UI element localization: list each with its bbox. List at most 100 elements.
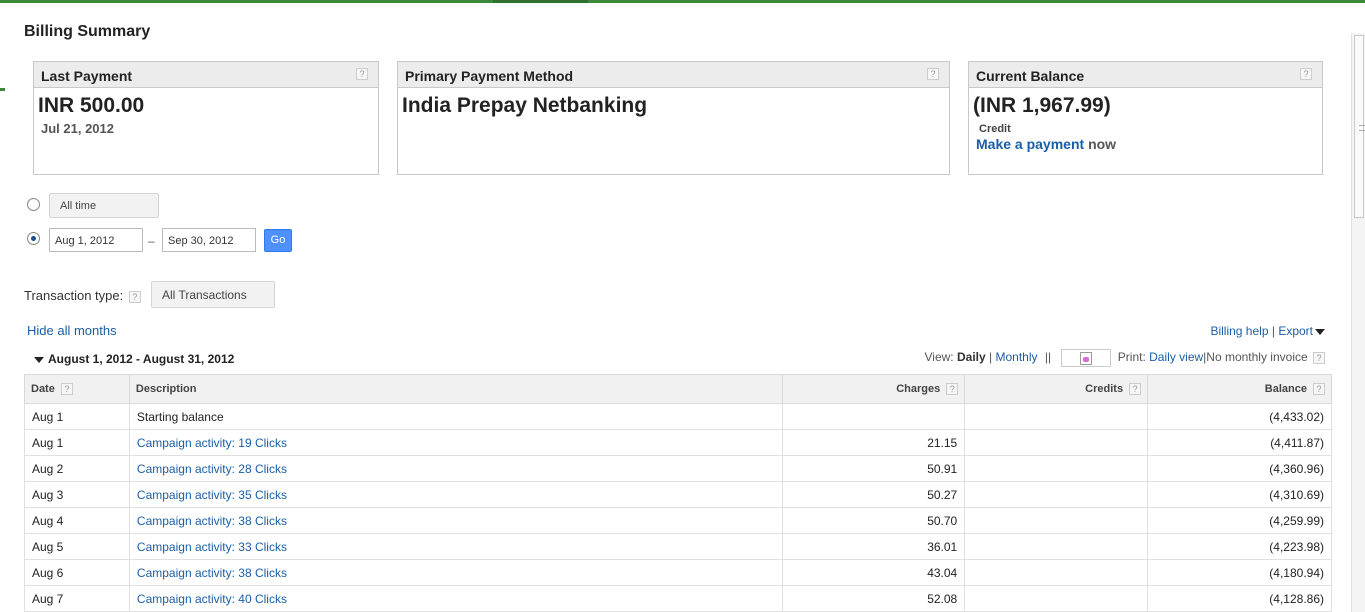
- cell-description: Campaign activity: 40 Clicks: [128, 585, 784, 612]
- make-payment-line: Make a payment now: [976, 136, 1318, 152]
- view-separator: |: [989, 350, 993, 365]
- print-label: Print:: [1117, 350, 1146, 365]
- cell-description: Campaign activity: 19 Clicks: [128, 429, 784, 456]
- month-range-label: August 1, 2012 - August 31, 2012: [48, 352, 235, 366]
- cell-balance-text: (4,360.96): [1269, 461, 1324, 476]
- cell-credits: [964, 403, 1149, 430]
- cell-charges-text: 21.15: [927, 435, 958, 450]
- transaction-type-select[interactable]: All Transactions: [151, 281, 275, 308]
- export-dropdown-icon[interactable]: [1315, 328, 1325, 335]
- billing-help-link[interactable]: Billing help: [1210, 324, 1268, 338]
- column-header-charges[interactable]: Charges?: [782, 374, 966, 404]
- print-document-icon: [1080, 352, 1093, 365]
- help-icon[interactable]: ?: [946, 383, 959, 396]
- view-monthly-link[interactable]: Monthly: [995, 350, 1037, 364]
- primary-payment-method: India Prepay Netbanking: [402, 94, 648, 117]
- date-range-radio[interactable]: [27, 232, 40, 245]
- help-icon[interactable]: ?: [1313, 352, 1325, 364]
- column-header-description-label: Description: [135, 383, 197, 395]
- start-date-input[interactable]: Aug 1, 2012: [49, 228, 143, 252]
- view-options-bar: View: Daily | Monthly || Print: Daily vi…: [925, 349, 1325, 369]
- go-button[interactable]: Go: [264, 229, 292, 252]
- campaign-activity-link[interactable]: Campaign activity: 28 Clicks: [137, 462, 287, 476]
- column-header-date[interactable]: Date?: [24, 374, 130, 404]
- table-row: Aug 3 Campaign activity: 35 Clicks 50.27 (4…: [24, 481, 1332, 508]
- print-preview-box[interactable]: [1061, 349, 1112, 367]
- cell-credits: [964, 559, 1149, 586]
- cell-balance: (4,259.99): [1147, 507, 1332, 534]
- cell-description: Campaign activity: 28 Clicks: [128, 455, 784, 482]
- help-icon[interactable]: ?: [1313, 383, 1325, 396]
- help-icon[interactable]: ?: [128, 290, 141, 303]
- transactions-table: Date? Description Charges? Credits? Bala…: [24, 374, 1332, 612]
- cell-credits: [964, 585, 1149, 612]
- collapse-triangle-icon[interactable]: [34, 356, 44, 363]
- cell-balance: (4,310.69): [1147, 481, 1332, 508]
- cell-charges: [782, 403, 966, 430]
- scrollbar-thumb[interactable]: [1354, 35, 1365, 218]
- column-header-credits[interactable]: Credits?: [964, 374, 1149, 404]
- cell-charges: 36.01: [782, 533, 966, 560]
- cell-date: Aug 5: [24, 533, 130, 560]
- month-section-toggle[interactable]: August 1, 2012 - August 31, 2012: [34, 352, 234, 366]
- help-icon[interactable]: ?: [1300, 68, 1312, 80]
- column-header-credits-label: Credits: [1085, 382, 1124, 395]
- cell-charges-text: 43.04: [927, 565, 958, 580]
- all-time-option[interactable]: All time: [49, 193, 159, 218]
- cell-charges: 50.91: [782, 455, 966, 482]
- cell-date: Aug 1: [24, 429, 130, 456]
- cell-date-text: Aug 2: [32, 461, 64, 476]
- export-link[interactable]: Export: [1278, 324, 1313, 338]
- cell-date: Aug 2: [24, 455, 130, 482]
- cell-credits: [964, 481, 1149, 508]
- cell-balance-text: (4,259.99): [1269, 513, 1324, 528]
- cell-description: Campaign activity: 38 Clicks: [128, 559, 784, 586]
- current-balance-header: Current Balance ?: [969, 62, 1322, 88]
- vertical-scrollbar[interactable]: [1351, 33, 1365, 612]
- campaign-activity-link[interactable]: Campaign activity: 38 Clicks: [137, 514, 287, 528]
- cell-charges: 50.70: [782, 507, 966, 534]
- make-payment-link[interactable]: Make a payment: [976, 136, 1084, 152]
- table-row: Aug 7 Campaign activity: 40 Clicks 52.08 (4…: [24, 585, 1332, 612]
- help-icon[interactable]: ?: [927, 68, 939, 80]
- cell-balance: (4,223.98): [1147, 533, 1332, 560]
- primary-payment-panel: Primary Payment Method ? India Prepay Ne…: [397, 61, 950, 175]
- left-edge-marker: [0, 88, 5, 91]
- campaign-activity-link[interactable]: Campaign activity: 19 Clicks: [137, 436, 287, 450]
- cell-date-text: Aug 4: [32, 513, 64, 528]
- cell-balance: (4,360.96): [1147, 455, 1332, 482]
- cell-charges-text: 50.70: [927, 513, 958, 528]
- hide-all-months-link[interactable]: Hide all months: [27, 323, 117, 338]
- view-divider: ||: [1044, 350, 1052, 365]
- cell-date: Aug 1: [24, 403, 130, 430]
- campaign-activity-link[interactable]: Campaign activity: 35 Clicks: [137, 488, 287, 502]
- help-icon[interactable]: ?: [356, 68, 368, 80]
- cell-credits: [964, 429, 1149, 456]
- end-date-input[interactable]: Sep 30, 2012: [162, 228, 256, 252]
- cell-balance: (4,411.87): [1147, 429, 1332, 456]
- column-header-description[interactable]: Description: [128, 374, 784, 404]
- cell-description: Campaign activity: 38 Clicks: [128, 507, 784, 534]
- page-title: Billing Summary: [24, 23, 151, 40]
- help-icon[interactable]: ?: [60, 383, 73, 396]
- current-balance-heading: Current Balance: [976, 68, 1085, 84]
- column-header-date-label: Date: [31, 382, 55, 395]
- all-time-radio[interactable]: [27, 198, 40, 211]
- campaign-activity-link[interactable]: Campaign activity: 33 Clicks: [137, 540, 287, 554]
- primary-payment-heading: Primary Payment Method: [405, 68, 574, 84]
- last-payment-amount: INR 500.00: [38, 94, 145, 117]
- table-header-row: Date? Description Charges? Credits? Bala…: [24, 374, 1332, 404]
- cell-description: Campaign activity: 35 Clicks: [128, 481, 784, 508]
- campaign-activity-link[interactable]: Campaign activity: 40 Clicks: [137, 592, 287, 606]
- cell-balance-text: (4,411.87): [1270, 435, 1324, 450]
- help-icon[interactable]: ?: [1129, 383, 1142, 396]
- print-daily-view-link[interactable]: Daily view: [1149, 350, 1203, 364]
- make-payment-now: now: [1088, 136, 1117, 152]
- cell-date-text: Aug 7: [32, 591, 64, 606]
- cell-balance-text: (4,180.94): [1269, 565, 1324, 580]
- cell-date-text: Aug 3: [32, 487, 64, 502]
- column-header-balance[interactable]: Balance?: [1147, 374, 1332, 404]
- primary-payment-header: Primary Payment Method ?: [398, 62, 949, 88]
- current-balance-amount: (INR 1,967.99): [973, 94, 1111, 117]
- campaign-activity-link[interactable]: Campaign activity: 38 Clicks: [137, 566, 287, 580]
